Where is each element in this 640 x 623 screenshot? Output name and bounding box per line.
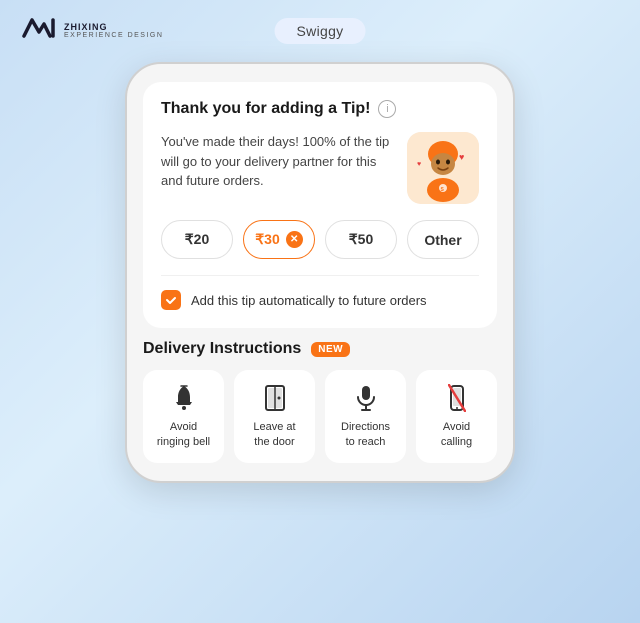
auto-tip-label: Add this tip automatically to future ord… [191,293,427,308]
phone-mockup: Thank you for adding a Tip! i You've mad… [125,62,515,483]
tip-50-button[interactable]: ₹50 [325,220,397,259]
directions-to-reach-label: Directionsto reach [341,420,390,451]
logo-text: ZHIXING EXPERIENCE DESIGN [64,23,163,39]
logo-icon [20,14,58,48]
logo-area: ZHIXING EXPERIENCE DESIGN [20,14,163,48]
app-label: Swiggy [275,18,366,44]
door-icon [264,384,286,412]
info-icon[interactable]: i [378,100,396,118]
delivery-avatar: S ♥ ♥ [407,132,479,204]
leave-at-door-card[interactable]: Leave atthe door [234,370,315,463]
tip-20-button[interactable]: ₹20 [161,220,233,259]
tip-amounts: ₹20 ₹30 ✕ ₹50 Other [161,220,479,259]
auto-tip-checkbox[interactable] [161,290,181,310]
new-badge: NEW [311,342,350,357]
auto-tip-row[interactable]: Add this tip automatically to future ord… [161,290,479,310]
tip-card: Thank you for adding a Tip! i You've mad… [143,82,497,328]
microphone-icon [356,384,376,412]
avoid-calling-label: Avoidcalling [441,420,472,451]
tip-title: Thank you for adding a Tip! [161,100,370,118]
avoid-ringing-bell-card[interactable]: Avoidringing bell [143,370,224,463]
tip-close-icon[interactable]: ✕ [286,231,303,248]
no-phone-icon [448,384,466,412]
directions-to-reach-card[interactable]: Directionsto reach [325,370,406,463]
delivery-header: Delivery Instructions NEW [143,340,497,358]
tip-body: You've made their days! 100% of the tip … [161,132,479,204]
top-bar: ZHIXING EXPERIENCE DESIGN Swiggy [0,0,640,56]
bell-icon [172,384,196,412]
instruction-grid: Avoidringing bell Leave atthe door [143,370,497,463]
divider [161,275,479,276]
leave-at-door-label: Leave atthe door [253,420,295,451]
tip-other-button[interactable]: Other [407,220,479,259]
tip-message: You've made their days! 100% of the tip … [161,132,395,191]
avoid-ringing-bell-label: Avoidringing bell [157,420,210,451]
checkmark-icon [165,294,177,306]
delivery-instructions-section: Delivery Instructions NEW Avoidringing b… [143,340,497,463]
tip-header: Thank you for adding a Tip! i [161,100,479,118]
avoid-calling-card[interactable]: Avoidcalling [416,370,497,463]
svg-text:♥: ♥ [417,161,421,168]
svg-text:♥: ♥ [459,152,464,162]
delivery-instructions-title: Delivery Instructions [143,340,301,358]
tip-30-button[interactable]: ₹30 ✕ [243,220,315,259]
